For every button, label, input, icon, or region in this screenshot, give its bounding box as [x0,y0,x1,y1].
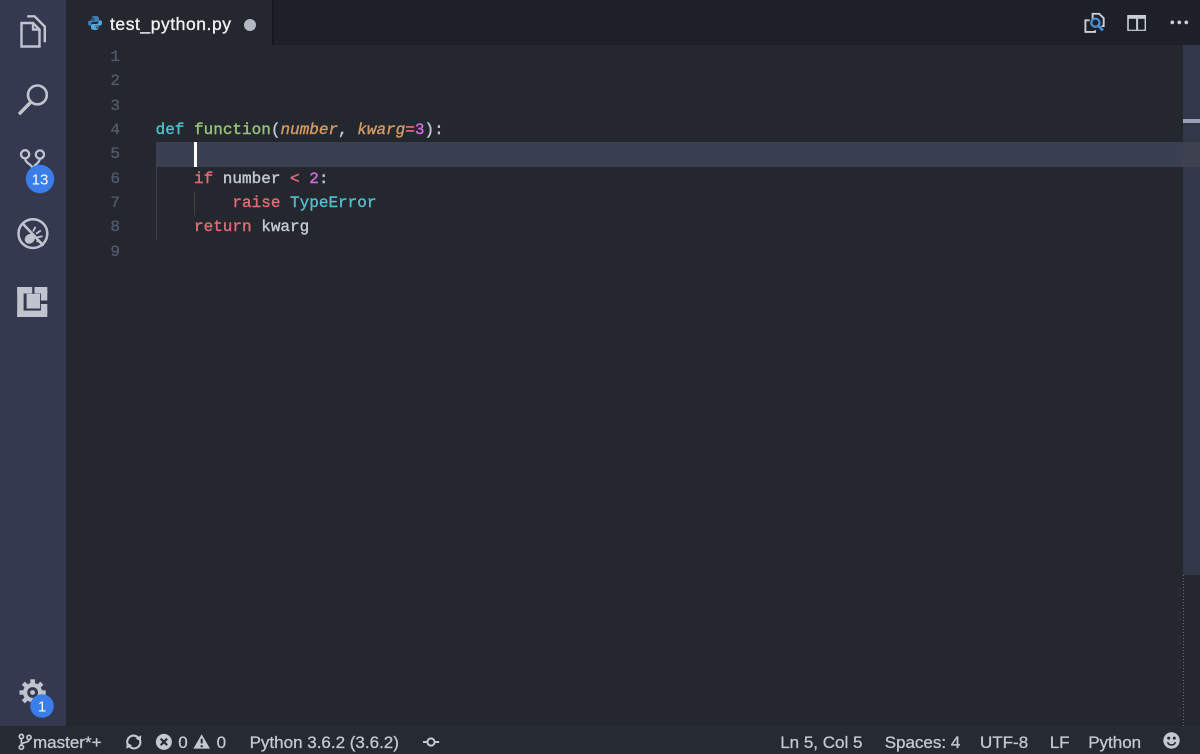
svg-text:1: 1 [38,699,46,716]
svg-text:13: 13 [32,172,49,189]
